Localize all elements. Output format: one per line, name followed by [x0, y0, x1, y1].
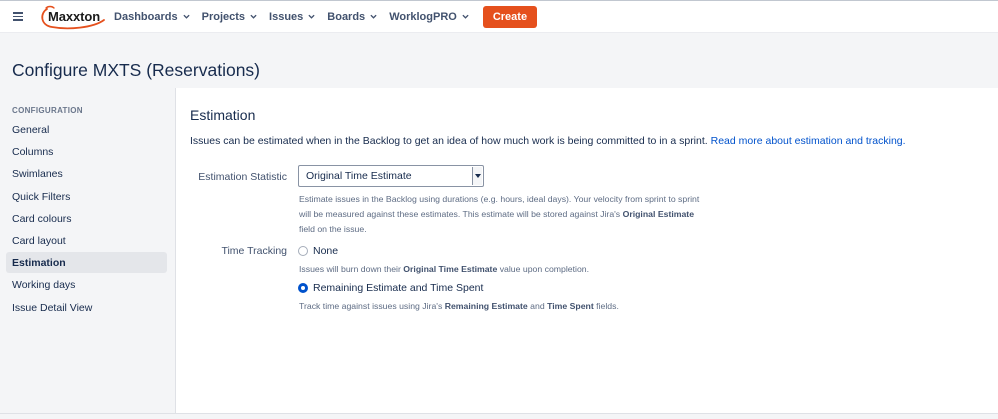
- help-line: Estimate issues in the Backlog using dur…: [299, 194, 700, 204]
- nav-label: WorklogPRO: [389, 10, 457, 23]
- nav-boards[interactable]: Boards: [321, 1, 383, 33]
- sidebar-item-issue-detail-view[interactable]: Issue Detail View: [6, 297, 167, 318]
- sidebar-heading: CONFIGURATION: [12, 106, 83, 115]
- chevron-down-icon: [182, 14, 190, 19]
- menu-icon[interactable]: [4, 1, 32, 33]
- logo-text: Maxxton: [48, 9, 101, 24]
- help-bold: Original Estimate: [622, 209, 695, 219]
- help-bold: Original Time Estimate: [403, 264, 498, 274]
- nav-issues[interactable]: Issues: [263, 1, 321, 33]
- sidebar-item-estimation[interactable]: Estimation: [6, 252, 167, 273]
- chevron-down-icon: [308, 14, 315, 19]
- estimation-statistic-select[interactable]: Original Time Estimate: [298, 165, 484, 187]
- estimation-statistic-help: Estimate issues in the Backlog using dur…: [299, 192, 699, 237]
- chevron-down-icon: [462, 14, 469, 19]
- chevron-down-icon: [250, 14, 257, 19]
- radio-button-none[interactable]: [298, 246, 308, 256]
- none-help: Issues will burn down their Original Tim…: [299, 262, 589, 277]
- nav-label: Projects: [201, 10, 246, 23]
- radio-option-none[interactable]: None: [298, 245, 338, 257]
- top-navigation: Maxxton Dashboards Projects Issues Board…: [0, 0, 998, 32]
- page-header: Configure MXTS (Reservations): [0, 32, 998, 88]
- help-text: Track time against issues using Jira's: [299, 301, 445, 311]
- nav-worklogpro[interactable]: WorklogPRO: [383, 1, 475, 33]
- nav-label: Dashboards: [114, 10, 178, 23]
- sidebar-item-card-colours[interactable]: Card colours: [6, 208, 167, 229]
- configuration-sidebar: CONFIGURATION General Columns Swimlanes …: [0, 88, 176, 413]
- radio-label: Remaining Estimate and Time Spent: [313, 282, 484, 294]
- main-content: Estimation Issues can be estimated when …: [177, 88, 998, 413]
- caret-down-icon: [474, 173, 481, 178]
- nav-label: Issues: [269, 10, 304, 23]
- sidebar-item-columns[interactable]: Columns: [6, 141, 167, 162]
- page-title: Configure MXTS (Reservations): [12, 60, 260, 80]
- section-title: Estimation: [190, 107, 256, 123]
- radio-label: None: [313, 245, 339, 257]
- sidebar-item-quick-filters[interactable]: Quick Filters: [6, 186, 167, 207]
- sidebar-item-swimlanes[interactable]: Swimlanes: [6, 163, 167, 184]
- help-text: fields.: [593, 301, 619, 311]
- time-tracking-label: Time Tracking: [221, 245, 287, 257]
- radio-button-remaining-estimate[interactable]: [298, 283, 308, 293]
- estimation-help-link[interactable]: Read more about estimation and tracking.: [711, 135, 906, 147]
- estimation-statistic-label: Estimation Statistic: [198, 171, 287, 183]
- help-bold: Time Spent: [547, 301, 594, 311]
- help-text: value upon completion.: [497, 264, 590, 274]
- sidebar-item-working-days[interactable]: Working days: [6, 274, 167, 295]
- radio-option-remaining-estimate[interactable]: Remaining Estimate and Time Spent: [298, 282, 483, 294]
- help-bold: Remaining Estimate: [444, 301, 528, 311]
- sidebar-item-card-layout[interactable]: Card layout: [6, 230, 167, 251]
- nav-projects[interactable]: Projects: [196, 1, 263, 33]
- chevron-down-icon: [370, 14, 377, 19]
- maxxton-logo[interactable]: Maxxton: [38, 1, 105, 33]
- help-text: Issues will burn down their: [299, 264, 404, 274]
- nav-dashboards[interactable]: Dashboards: [108, 1, 196, 33]
- select-value: Original Time Estimate: [306, 170, 412, 182]
- select-arrow[interactable]: [472, 167, 482, 185]
- intro-text: Issues can be estimated when in the Back…: [190, 135, 906, 147]
- help-text: will be measured against these estimates…: [299, 209, 623, 219]
- footer-bar: [0, 413, 998, 419]
- intro-body: Issues can be estimated when in the Back…: [190, 135, 711, 147]
- help-line: field on the issue.: [299, 224, 367, 234]
- nav-label: Boards: [327, 10, 366, 23]
- remaining-estimate-help: Track time against issues using Jira's R…: [299, 299, 619, 314]
- create-button[interactable]: Create: [482, 5, 538, 28]
- help-text: and: [527, 301, 548, 311]
- sidebar-item-general[interactable]: General: [6, 119, 167, 140]
- help-line: will be measured against these estimates…: [299, 207, 699, 222]
